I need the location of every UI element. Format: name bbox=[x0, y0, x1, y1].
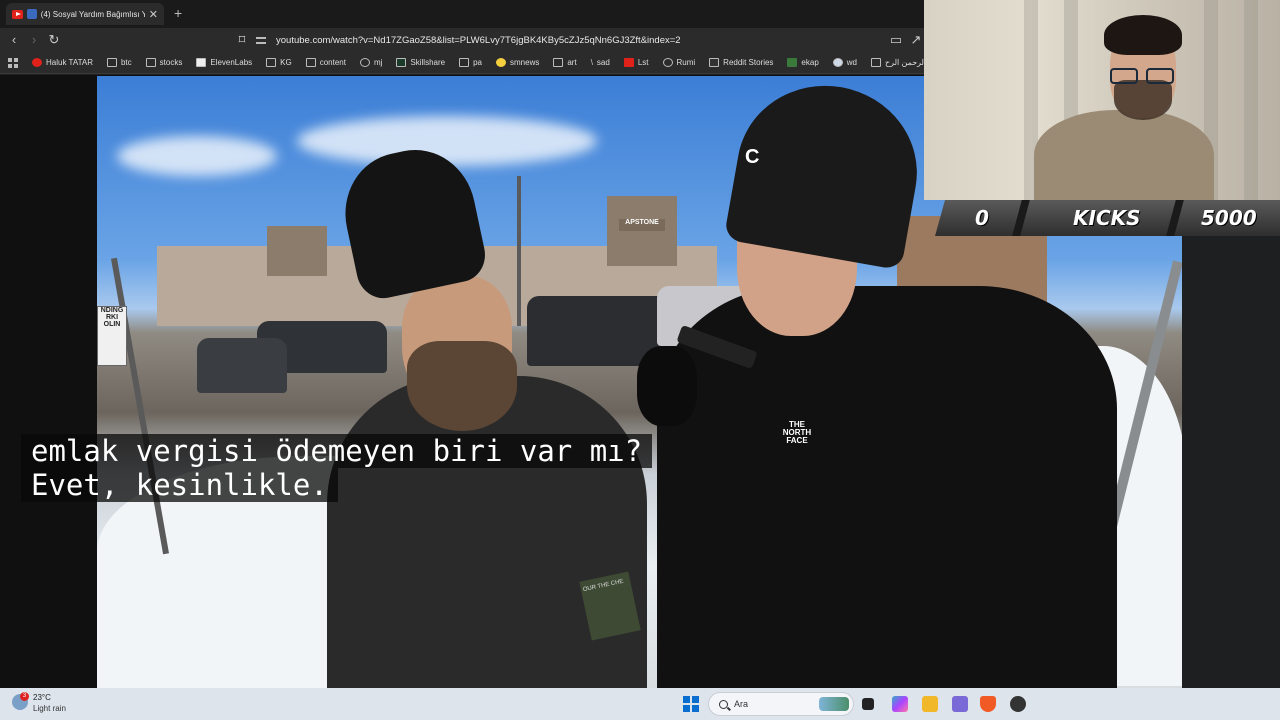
share-icon[interactable]: ↗ bbox=[908, 32, 924, 48]
brave-browser-icon[interactable] bbox=[980, 696, 996, 712]
shop-sign: APSTONE bbox=[619, 219, 665, 231]
kicks-right-value: 5000 bbox=[1201, 206, 1257, 230]
bookmark-icon[interactable]: ⌑ bbox=[234, 32, 250, 48]
bookmark-item[interactable]: art bbox=[553, 58, 577, 67]
folder-icon bbox=[553, 58, 564, 67]
subtitle-line-2: Evet, kesinlikle. bbox=[21, 468, 338, 502]
streamer-shirt bbox=[1034, 110, 1214, 200]
smiley-icon bbox=[496, 58, 506, 67]
bookmark-item[interactable]: Haluk TATAR bbox=[32, 58, 93, 67]
webcam-overlay bbox=[924, 0, 1280, 200]
bookmark-item[interactable]: ekap bbox=[787, 58, 819, 67]
bookmark-item[interactable]: KG bbox=[266, 58, 292, 67]
bookmarks-bar: Haluk TATAR btc stocks ElevenLabs KG con… bbox=[0, 52, 924, 74]
bookmark-item[interactable]: wd bbox=[832, 58, 857, 67]
w-icon bbox=[832, 58, 843, 67]
curtain-fold bbox=[1244, 0, 1258, 200]
tab-title: (4) Sosyal Yardım Bağımlısı Y... bbox=[40, 9, 145, 19]
task-view-icon[interactable] bbox=[862, 698, 874, 710]
bookmark-item[interactable]: Reddit Stories bbox=[709, 58, 773, 67]
bookmark-item[interactable]: الله الرحمن الرح... bbox=[871, 58, 924, 67]
site-info-icon[interactable] bbox=[256, 35, 268, 45]
tab-strip: (4) Sosyal Yardım Bağımlısı Y... ✕ + bbox=[0, 0, 924, 28]
notification-badge: 3 bbox=[20, 692, 29, 701]
folder-icon bbox=[106, 58, 117, 67]
youtube-favicon-icon bbox=[12, 9, 24, 19]
cloud bbox=[117, 136, 277, 176]
beanie bbox=[723, 76, 931, 271]
weather-temperature[interactable]: 23°C bbox=[33, 693, 51, 702]
search-highlight-image bbox=[819, 697, 849, 711]
plaza-tower bbox=[607, 196, 677, 266]
search-icon bbox=[719, 699, 728, 709]
forward-arrow-icon[interactable]: › bbox=[26, 32, 42, 48]
youtube-icon bbox=[32, 58, 42, 67]
tab-group-icon bbox=[27, 9, 37, 19]
kicks-counter-bar: 0 KICKS 5000 bbox=[935, 200, 1280, 236]
bookmark-item[interactable]: Skillshare bbox=[396, 58, 445, 67]
separator bbox=[1012, 200, 1030, 236]
address-bar[interactable]: youtube.com/watch?v=Nd17ZGaoZ58&list=PLW… bbox=[256, 31, 924, 49]
kicks-left-value: 0 bbox=[975, 206, 989, 230]
file-explorer-icon[interactable] bbox=[922, 696, 938, 712]
snipping-tool-icon[interactable] bbox=[952, 696, 968, 712]
streamer-hair bbox=[1104, 15, 1182, 55]
kicks-label: KICKS bbox=[1073, 206, 1141, 230]
plaza-tower bbox=[267, 226, 327, 276]
subtitle-line-1: emlak vergisi ödemeyen biri var mı? bbox=[21, 434, 653, 468]
leaf-icon bbox=[787, 58, 798, 67]
bookmark-item[interactable]: mj bbox=[359, 58, 382, 67]
weather-description[interactable]: Light rain bbox=[33, 704, 66, 713]
street-sign: NDING RKI OLIN bbox=[97, 306, 127, 366]
folder-icon bbox=[145, 58, 156, 67]
github-icon bbox=[359, 58, 370, 67]
url-text: youtube.com/watch?v=Nd17ZGaoZ58&list=PLW… bbox=[276, 34, 681, 46]
streamer-beard bbox=[1114, 80, 1172, 120]
elevenlabs-icon bbox=[196, 58, 207, 67]
copilot-icon[interactable] bbox=[892, 696, 908, 712]
screen-cast-icon[interactable]: ▭ bbox=[888, 32, 904, 48]
globe-icon bbox=[662, 58, 673, 67]
parked-car bbox=[197, 338, 287, 393]
new-tab-button[interactable]: + bbox=[174, 5, 182, 21]
bookmark-item[interactable]: smnews bbox=[496, 58, 539, 67]
search-label: Ara bbox=[734, 699, 749, 709]
back-arrow-icon[interactable]: ‹ bbox=[6, 32, 22, 48]
cloud bbox=[297, 116, 597, 166]
bookmark-item[interactable]: stocks bbox=[145, 58, 182, 67]
taskbar-search[interactable]: Ara bbox=[708, 692, 854, 716]
obs-icon[interactable] bbox=[1010, 696, 1026, 712]
glasses-icon bbox=[1110, 68, 1178, 86]
bookmark-item[interactable]: Rumi bbox=[662, 58, 695, 67]
folder-icon bbox=[305, 58, 316, 67]
reload-icon[interactable]: ↻ bbox=[46, 32, 62, 48]
side-panel bbox=[1182, 236, 1280, 688]
close-icon[interactable]: ✕ bbox=[149, 8, 158, 21]
bookmark-item[interactable]: pa bbox=[459, 58, 482, 67]
d-icon bbox=[709, 58, 720, 67]
street-lamp-pole bbox=[517, 176, 521, 326]
s-icon bbox=[623, 58, 634, 67]
bookmark-item[interactable]: btc bbox=[106, 58, 132, 67]
page-icon bbox=[871, 58, 882, 67]
folder-icon bbox=[459, 58, 470, 67]
beanie-logo: C bbox=[745, 146, 760, 168]
folder-icon bbox=[266, 58, 277, 67]
northface-logo: THE NORTH FACE bbox=[782, 420, 812, 445]
separator bbox=[1166, 200, 1184, 236]
skillshare-icon bbox=[396, 58, 407, 67]
slash-icon: \ bbox=[590, 58, 593, 67]
bookmark-item[interactable]: content bbox=[305, 58, 346, 67]
windows-start-icon[interactable] bbox=[683, 696, 699, 712]
bookmark-item[interactable]: ElevenLabs bbox=[196, 58, 252, 67]
apps-grid-icon[interactable] bbox=[8, 57, 18, 68]
bookmark-item[interactable]: Lst bbox=[623, 58, 649, 67]
person-beard bbox=[407, 341, 517, 431]
browser-toolbar: ‹ › ↻ ⌑ youtube.com/watch?v=Nd17ZGaoZ58&… bbox=[0, 28, 924, 52]
bookmark-item[interactable]: \ sad bbox=[591, 58, 610, 67]
glove bbox=[637, 346, 697, 426]
browser-tab-active[interactable]: (4) Sosyal Yardım Bağımlısı Y... ✕ bbox=[6, 3, 164, 25]
taskbar: 3 23°C Light rain Ara bbox=[0, 688, 1280, 720]
